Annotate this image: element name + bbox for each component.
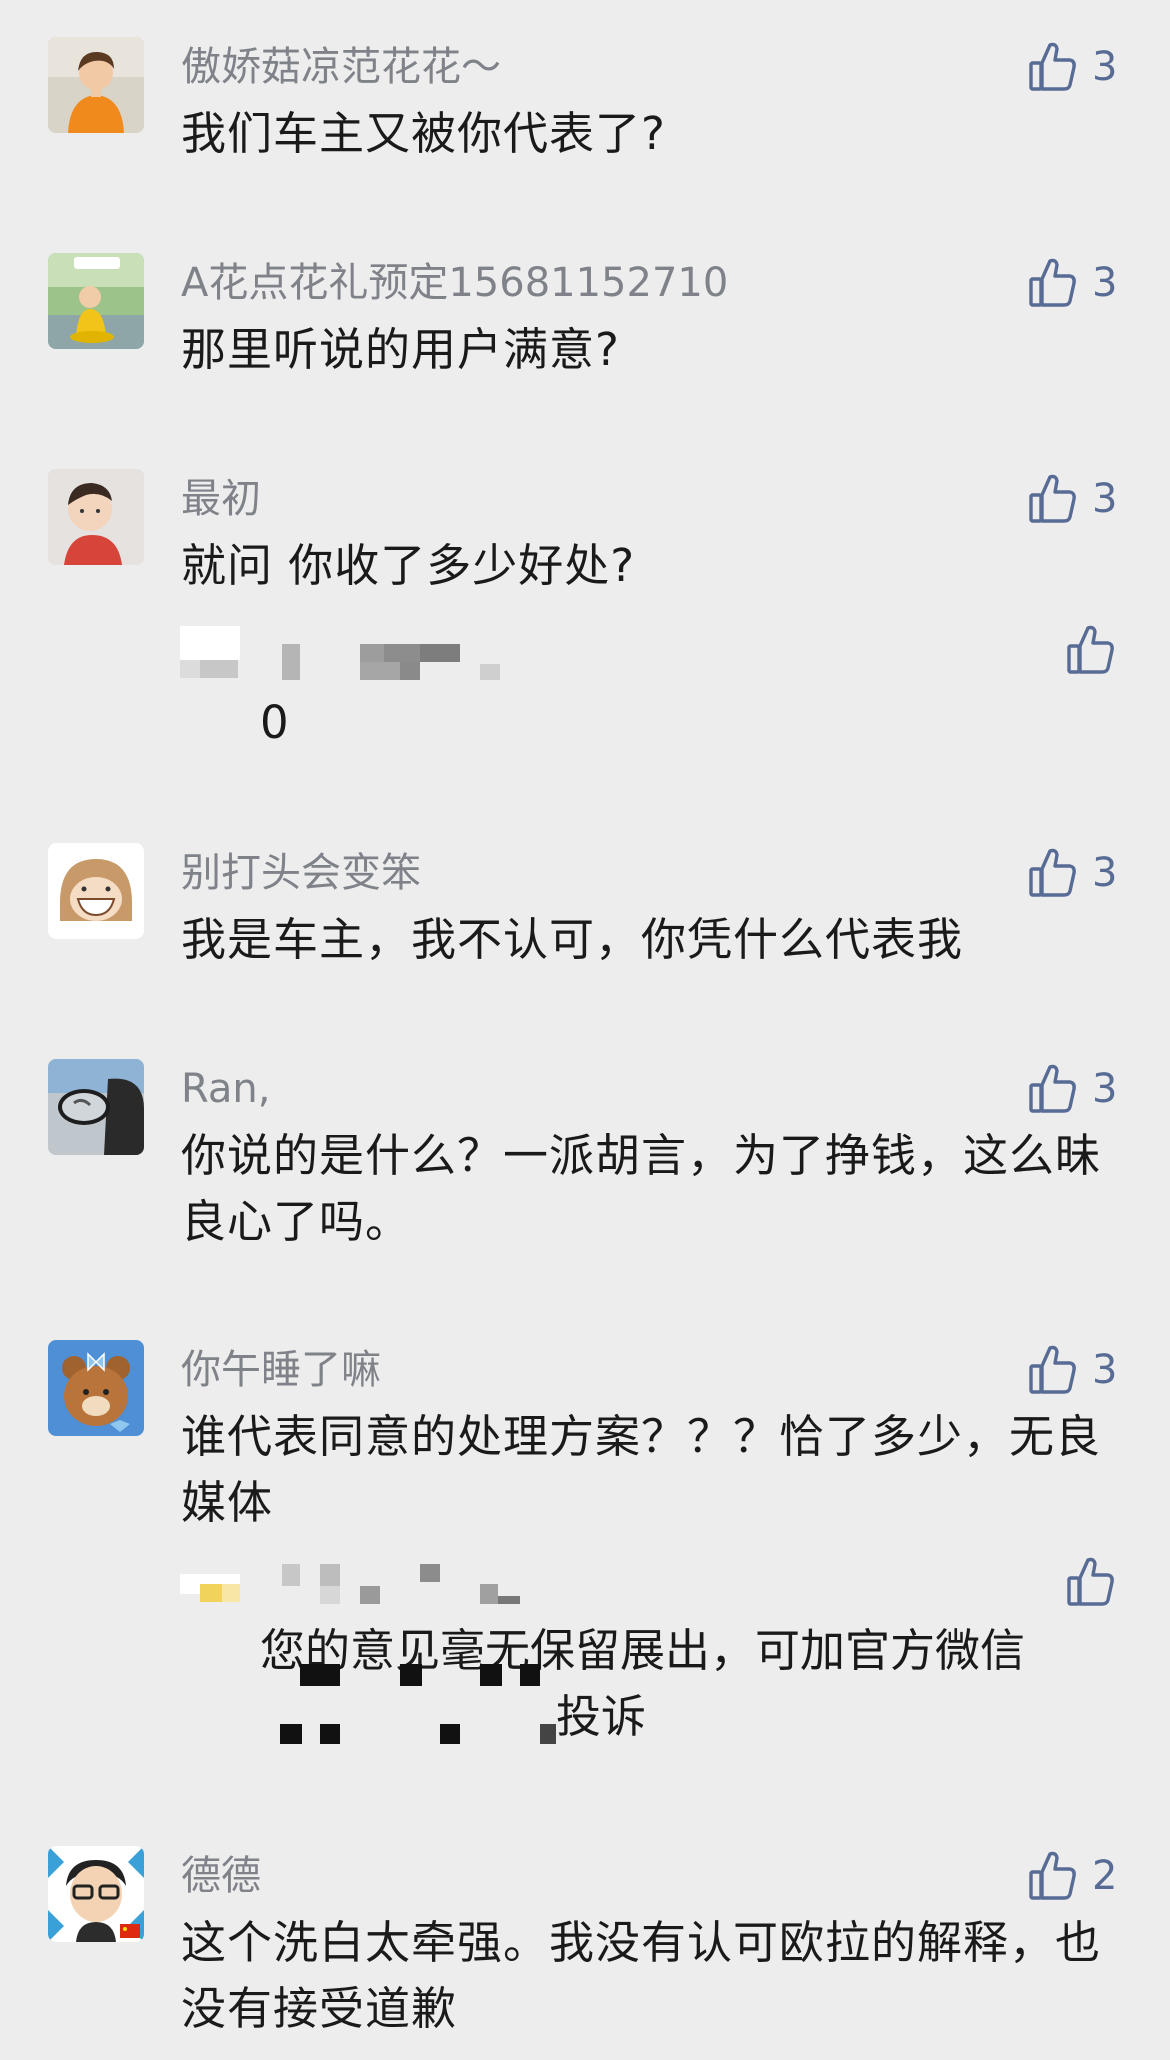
thumbs-up-icon [1029,474,1076,523]
reply-text-line2: 投诉 [556,1690,647,1743]
thumbs-up-icon [1029,848,1076,897]
avatar-child-on-toy-icon [48,253,144,349]
thumbs-up-icon [1029,42,1076,91]
thumbs-up-icon [1067,625,1114,674]
comment-nickname[interactable]: 你午睡了嘛 [181,1346,381,1394]
comment-nickname[interactable]: 最初 [181,475,261,523]
comment-nickname[interactable]: 德德 [181,1852,261,1900]
avatar-car-mirror-icon [48,1059,144,1155]
like-button[interactable]: 2 [1028,1846,1117,1906]
like-count: 3 [1092,260,1118,306]
comment-text: 谁代表同意的处理方案？？？恰了多少，无良媒体 [181,1410,1102,1529]
reply-text-line1: 您的意见毫无保留展出，可加官方微信 [260,1624,1026,1677]
comment-text: 我是车主，我不认可，你凭什么代表我 [181,913,964,966]
user-avatar[interactable] [48,1340,144,1436]
user-avatar[interactable] [48,1059,144,1155]
thumbs-up-icon [1029,1851,1076,1900]
like-count: 3 [1092,850,1118,896]
thumbs-up-icon [1029,258,1076,307]
comment-text: 就问 你收了多少好处? [181,539,636,592]
thumbs-up-icon [1067,1557,1114,1606]
comment-feed: 傲娇菇凉范花花～ 我们车主又被你代表了? 3 A花点花礼预定1568115271… [0,0,1170,2060]
like-count: 3 [1092,476,1118,522]
like-button[interactable]: 3 [1028,37,1117,97]
comment-text: 我们车主又被你代表了? [181,107,666,160]
like-count: 3 [1092,1066,1118,1112]
like-count: 3 [1092,44,1118,90]
comment-nickname[interactable]: Ran, [181,1065,271,1113]
comment-text: 那里听说的用户满意? [181,323,620,376]
like-button[interactable] [1066,620,1116,680]
like-button[interactable]: 3 [1028,469,1117,529]
like-button[interactable]: 3 [1028,253,1117,313]
avatar-cartoon-girl-icon [48,843,144,939]
comment-text: 这个洗白太牵强。我没有认可欧拉的解释，也没有接受道歉 [181,1916,1102,2035]
like-button[interactable]: 3 [1028,1059,1117,1119]
like-count: 2 [1092,1853,1118,1899]
user-avatar[interactable] [48,37,144,133]
avatar-woman-orange-icon [48,37,144,133]
comment-nickname[interactable]: 傲娇菇凉范花花～ [181,43,501,91]
user-avatar[interactable] [48,1846,144,1942]
like-button[interactable]: 3 [1028,843,1117,903]
comment-text: 你说的是什么？一派胡言，为了挣钱，这么昧良心了吗。 [181,1129,1102,1248]
user-avatar[interactable] [48,843,144,939]
comment-nickname[interactable]: A花点花礼预定15681152710 [181,259,728,307]
like-count: 3 [1092,1347,1118,1393]
user-avatar[interactable] [48,253,144,349]
like-button[interactable]: 3 [1028,1340,1117,1400]
avatar-cartoon-man-glasses-icon [48,1846,144,1942]
user-avatar[interactable] [48,469,144,565]
avatar-cartoon-bear-icon [48,1340,144,1436]
reply-text: 0 [260,696,289,749]
thumbs-up-icon [1029,1345,1076,1394]
thumbs-up-icon [1029,1064,1076,1113]
comment-nickname[interactable]: 别打头会变笨 [181,849,421,897]
like-button[interactable] [1066,1552,1116,1612]
avatar-toddler-icon [48,469,144,565]
